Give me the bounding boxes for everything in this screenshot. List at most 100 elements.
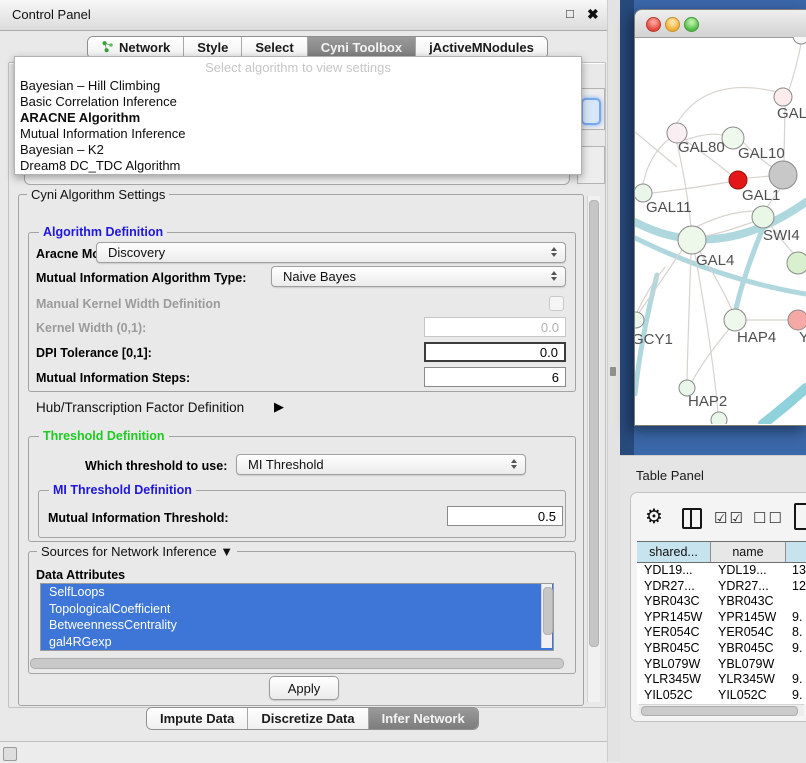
node-label: Y [799, 329, 806, 346]
tab-impute-data[interactable]: Impute Data [147, 708, 248, 729]
list-item-topologicalcoefficient[interactable]: TopologicalCoefficient [41, 601, 553, 618]
tab-infer-network[interactable]: Infer Network [369, 708, 478, 729]
column-header-partial[interactable] [786, 542, 806, 562]
node-label: HAP4 [737, 329, 776, 346]
table-panel: Table Panel ⚙ ☑☑ ☐☐ shared... name YDL19… [620, 455, 806, 763]
control-panel-titlebar: Control Panel □ ✖ [0, 0, 607, 31]
manual-kernel-checkbox [549, 296, 564, 311]
collapsed-panel-icon[interactable] [3, 747, 17, 761]
node-label: GAL4 [696, 252, 734, 269]
dropdown-item-aracne[interactable]: ARACNE Algorithm [15, 110, 581, 126]
table-horizontal-scrollbar[interactable] [639, 704, 804, 716]
network-node-gal-partial[interactable] [774, 88, 792, 106]
network-canvas[interactable]: GAL GAL80 GAL10 GAL1 GAL11 SWI4 GAL4 GCY… [635, 37, 806, 424]
dropdown-item-bayesian-hill[interactable]: Bayesian – Hill Climbing [15, 78, 581, 94]
table-header-row: shared... name [637, 541, 806, 563]
column-header-shared[interactable]: shared... [637, 542, 711, 562]
gear-icon[interactable]: ⚙ [645, 504, 663, 529]
combo-arrows-icon [551, 271, 557, 281]
table-panel-title: Table Panel [636, 468, 704, 483]
collapse-triangle-icon[interactable]: ▼ [220, 544, 233, 559]
sources-hscrollbar-thumb[interactable] [30, 658, 564, 669]
network-node-gal4[interactable] [678, 226, 706, 254]
node-label: GCY1 [635, 331, 673, 348]
float-window-icon[interactable]: □ [566, 6, 574, 21]
control-panel-window: Control Panel □ ✖ Network Style Select C… [0, 0, 607, 742]
apply-button[interactable]: Apply [269, 676, 339, 700]
columns-icon[interactable] [682, 508, 702, 529]
deselect-all-checkboxes-icon[interactable]: ☐☐ [753, 509, 784, 527]
close-window-icon[interactable]: ✖ [587, 6, 599, 23]
which-threshold-combo[interactable]: MI Threshold [236, 454, 526, 475]
table-row[interactable]: YBL079W YBL079W [637, 657, 806, 673]
panel-resize-handle-icon[interactable] [610, 367, 616, 376]
table-row[interactable]: YBR043C YBR043C [637, 594, 806, 610]
dropdown-item-mutual-information[interactable]: Mutual Information Inference [15, 126, 581, 142]
kernel-width-field [424, 317, 566, 337]
mi-type-label: Mutual Information Algorithm Type: [36, 271, 246, 285]
network-tab-icon [101, 40, 114, 56]
expand-triangle-icon[interactable]: ▶ [274, 399, 284, 415]
table-row[interactable]: YIL052C YIL052C 9. [637, 688, 806, 704]
node-label: GAL [777, 105, 806, 122]
mi-steps-field[interactable] [424, 367, 566, 387]
list-item-betweennesscentrality[interactable]: BetweennessCentrality [41, 617, 553, 634]
dpi-tolerance-field[interactable] [424, 342, 566, 362]
network-window-titlebar[interactable] [635, 10, 806, 38]
zoom-traffic-light[interactable] [684, 17, 699, 32]
network-node-gray[interactable] [769, 161, 797, 189]
node-label: GAL10 [738, 145, 785, 162]
threshold-definition-title: Threshold Definition [39, 429, 169, 443]
window-title: Control Panel [12, 7, 91, 22]
settings-vscrollbar-thumb[interactable] [589, 200, 599, 647]
attributes-list-scrollbar[interactable] [541, 584, 552, 648]
network-node-right-pink[interactable] [788, 310, 806, 330]
table-row[interactable]: YER054C YER054C 8. [637, 625, 806, 641]
mi-threshold-definition-title: MI Threshold Definition [49, 483, 196, 497]
table-row[interactable]: YBR045C YBR045C 9. [637, 641, 806, 657]
network-node[interactable] [793, 37, 806, 44]
aracne-mode-combo[interactable]: Discovery [96, 242, 566, 263]
tab-jactivemnodules[interactable]: jActiveMNodules [416, 37, 547, 58]
hub-definition-label[interactable]: Hub/Transcription Factor Definition [36, 400, 244, 415]
tab-select[interactable]: Select [242, 37, 307, 58]
tab-network[interactable]: Network [88, 37, 184, 58]
tab-cyni-toolbox[interactable]: Cyni Toolbox [308, 37, 416, 58]
mi-steps-label: Mutual Information Steps: [36, 371, 190, 385]
minimize-traffic-light[interactable] [665, 17, 680, 32]
node-label: GAL1 [742, 187, 780, 204]
list-item-gal4rgexp[interactable]: gal4RGexp [41, 634, 553, 651]
close-traffic-light[interactable] [646, 17, 661, 32]
network-node-hap4[interactable] [724, 309, 746, 331]
table-function-icon[interactable] [794, 503, 806, 530]
network-view-window: GAL GAL80 GAL10 GAL1 GAL11 SWI4 GAL4 GCY… [634, 9, 806, 426]
table-row[interactable]: YDL19... YDL19... 13 [637, 563, 806, 579]
network-node-gcy1[interactable] [635, 312, 644, 328]
attributes-list-scrollbar-thumb[interactable] [543, 587, 553, 635]
tab-discretize-data[interactable]: Discretize Data [248, 708, 368, 729]
mi-type-combo[interactable]: Naive Bayes [271, 266, 566, 287]
focused-spinner-button[interactable] [581, 98, 601, 125]
network-node-bottom[interactable] [711, 412, 727, 424]
dropdown-item-dream8[interactable]: Dream8 DC_TDC Algorithm [15, 158, 581, 174]
table-row[interactable]: YDR27... YDR27... 12 [637, 579, 806, 595]
sources-title: Sources for Network Inference ▼ [37, 544, 237, 559]
column-header-name[interactable]: name [711, 542, 786, 562]
select-all-checkboxes-icon[interactable]: ☑☑ [714, 509, 745, 527]
list-item-selfloops[interactable]: SelfLoops [41, 584, 553, 601]
algorithm-definition-title: Algorithm Definition [39, 225, 167, 239]
settings-vertical-scrollbar[interactable] [587, 196, 600, 702]
tab-style[interactable]: Style [184, 37, 242, 58]
table-row[interactable]: YPR145W YPR145W 9. [637, 610, 806, 626]
data-attributes-label: Data Attributes [36, 568, 125, 582]
sources-horizontal-scrollbar[interactable] [30, 657, 568, 669]
dpi-tolerance-label: DPI Tolerance [0,1]: [36, 346, 152, 360]
table-row[interactable]: YLR345W YLR345W 9. [637, 672, 806, 688]
mi-threshold-field[interactable] [447, 506, 563, 526]
network-node-right-green[interactable] [787, 252, 806, 274]
network-node-swi4[interactable] [752, 206, 774, 228]
dropdown-item-basic-correlation[interactable]: Basic Correlation Inference [15, 94, 581, 110]
dropdown-item-bayesian-k2[interactable]: Bayesian – K2 [15, 142, 581, 158]
table-hscrollbar-thumb[interactable] [641, 706, 798, 716]
panel-divider[interactable] [607, 0, 621, 762]
